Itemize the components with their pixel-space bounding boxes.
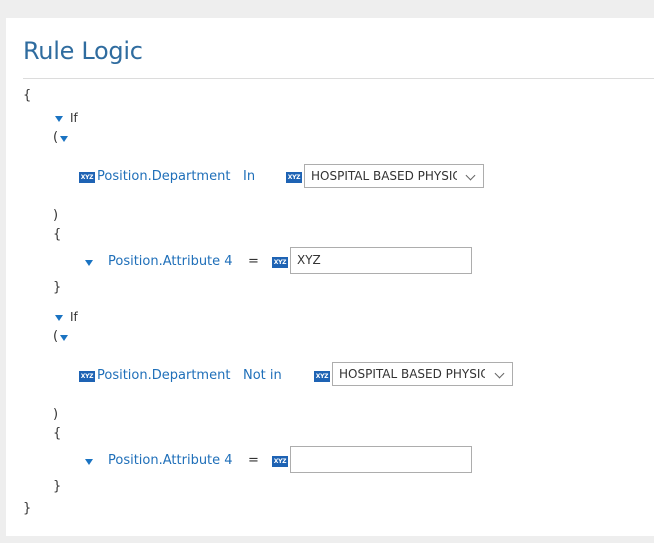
rule-1-action-operator: = <box>248 254 259 269</box>
page-title: Rule Logic <box>23 37 143 65</box>
rule-1-paren-open: ( <box>53 130 59 145</box>
rule-2-collapse-toggle-icon[interactable] <box>55 315 63 321</box>
rule-2-brace-close: } <box>53 479 62 494</box>
rule-1-paren-close: ) <box>53 208 59 223</box>
outer-brace-open: { <box>23 88 32 103</box>
rule-2-condition-field[interactable]: Position.Department <box>97 368 230 383</box>
title-divider <box>23 78 654 79</box>
rule-2-brace-open: { <box>53 426 62 441</box>
rule-2-condition-value-select[interactable]: HOSPITAL BASED PHYSICIAN <box>332 362 513 386</box>
rule-2-paren-open: ( <box>53 329 59 344</box>
rule-2-value-type-icon: XYZ <box>314 371 330 382</box>
rule-logic-panel: Rule Logic { If ( XYZ Position.Departmen… <box>6 18 654 536</box>
outer-brace-close: } <box>23 501 32 516</box>
rule-2-action-value-input[interactable] <box>290 446 472 473</box>
rule-2-action-operator: = <box>248 453 259 468</box>
rule-2-condition-type-icon: XYZ <box>79 371 95 382</box>
rule-1-condition-operator[interactable]: In <box>243 169 255 184</box>
chevron-down-icon <box>465 170 476 181</box>
rule-2-paren-close: ) <box>53 407 59 422</box>
rule-1-collapse-toggle-icon[interactable] <box>55 116 63 122</box>
rule-2-if-keyword: If <box>70 310 78 324</box>
rule-2-action-toggle-icon[interactable] <box>85 459 93 465</box>
rule-1-value-type-icon: XYZ <box>286 172 302 183</box>
rule-1-brace-close: } <box>53 280 62 295</box>
rule-1-action-toggle-icon[interactable] <box>85 260 93 266</box>
rule-2-condition-value: HOSPITAL BASED PHYSICIAN <box>339 367 485 381</box>
rule-1-condition-value: HOSPITAL BASED PHYSICIAN <box>311 169 457 183</box>
rule-1-action-type-icon: XYZ <box>272 257 288 268</box>
rule-1-condition-value-select[interactable]: HOSPITAL BASED PHYSICIAN <box>304 164 484 188</box>
rule-1-action-field[interactable]: Position.Attribute 4 <box>108 254 233 269</box>
rule-1-condition-type-icon: XYZ <box>79 172 95 183</box>
chevron-down-icon <box>494 368 505 379</box>
rule-1-brace-open: { <box>53 227 62 242</box>
rule-2-action-type-icon: XYZ <box>272 456 288 467</box>
rule-2-condition-toggle-icon[interactable] <box>60 335 68 341</box>
rule-1-action-value-input[interactable]: XYZ <box>290 247 472 274</box>
rule-1-condition-toggle-icon[interactable] <box>60 136 68 142</box>
rule-2-action-field[interactable]: Position.Attribute 4 <box>108 453 233 468</box>
rule-2-condition-operator[interactable]: Not in <box>243 368 282 383</box>
rule-1-if-keyword: If <box>70 111 78 125</box>
rule-1-condition-field[interactable]: Position.Department <box>97 169 230 184</box>
